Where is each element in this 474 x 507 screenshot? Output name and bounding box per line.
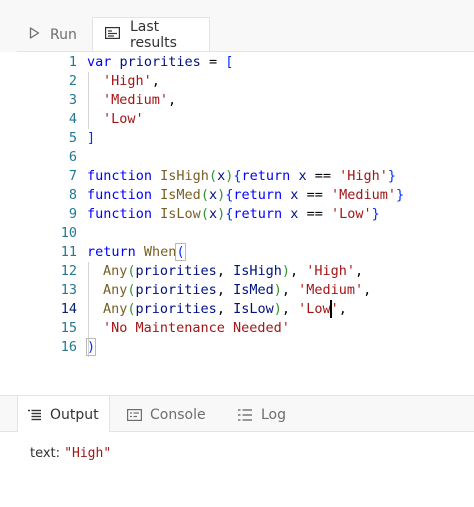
code-line-active: Any(priorities, IsLow), 'Low ', [103,300,347,318]
code-line: 'No Maintenance Needed' [103,320,290,336]
play-icon [29,26,40,43]
code-line: Any(priorities, IsHigh), 'High', [103,263,364,279]
line-number: 6 [68,149,77,165]
output-area: text: "High" [0,432,474,507]
line-number: 11 [60,244,77,260]
tab-run[interactable]: Run [17,17,92,52]
code-line: function IsMed(x){return x == 'Medium'} [87,187,405,203]
tab-last-results[interactable]: Last results [92,17,210,52]
code-line: return When( [87,243,186,261]
line-number: 9 [68,206,77,222]
code-line: 'High', [103,73,160,89]
line-number: 12 [60,263,77,279]
code-line: ) [85,338,97,356]
tab-run-label: Run [50,26,77,43]
list-icon [28,409,42,421]
indent-guide [88,72,89,129]
code-line: ] [87,130,96,146]
line-number: 4 [68,111,77,127]
tab-output-label: Output [50,406,99,423]
code-line: function IsHigh(x){return x == 'High'} [87,168,397,184]
result-key: text: [30,446,61,461]
line-number: 3 [68,92,77,108]
line-number: 5 [68,130,77,146]
tab-console-label: Console [150,406,206,423]
line-number: 13 [60,282,77,298]
line-number: 8 [68,187,77,203]
line-number-active: 14 [60,301,77,317]
top-tab-bar: Run Last results [0,0,474,52]
console-icon [127,408,142,421]
result-line: text: "High" [30,446,111,461]
tab-console[interactable]: Console [127,396,206,433]
log-icon [238,408,253,422]
result-value: "High" [64,446,112,461]
tab-output[interactable]: Output [17,396,110,433]
code-line: 'Low' [103,111,144,127]
code-line: function IsLow(x){return x == 'Low'} [87,206,380,222]
line-number: 10 [60,225,77,241]
line-number: 16 [60,339,77,355]
code-editor[interactable]: 1 2 3 4 5 6 7 8 9 10 11 12 13 14 15 16 v… [0,52,474,395]
text-cursor [329,300,332,318]
line-number: 7 [68,168,77,184]
code-line: 'Medium', [103,92,177,108]
line-number: 1 [68,54,77,70]
code-line: var priorities = [ [87,54,234,70]
results-icon [105,27,121,43]
line-number: 2 [68,73,77,89]
output-panel-tabs: Output Console Log [0,395,474,433]
line-number: 15 [60,320,77,336]
tab-log[interactable]: Log [238,396,286,433]
tab-last-results-label: Last results [130,19,177,51]
code-line: Any(priorities, IsMed), 'Medium', [103,282,372,298]
tab-log-label: Log [261,406,287,423]
